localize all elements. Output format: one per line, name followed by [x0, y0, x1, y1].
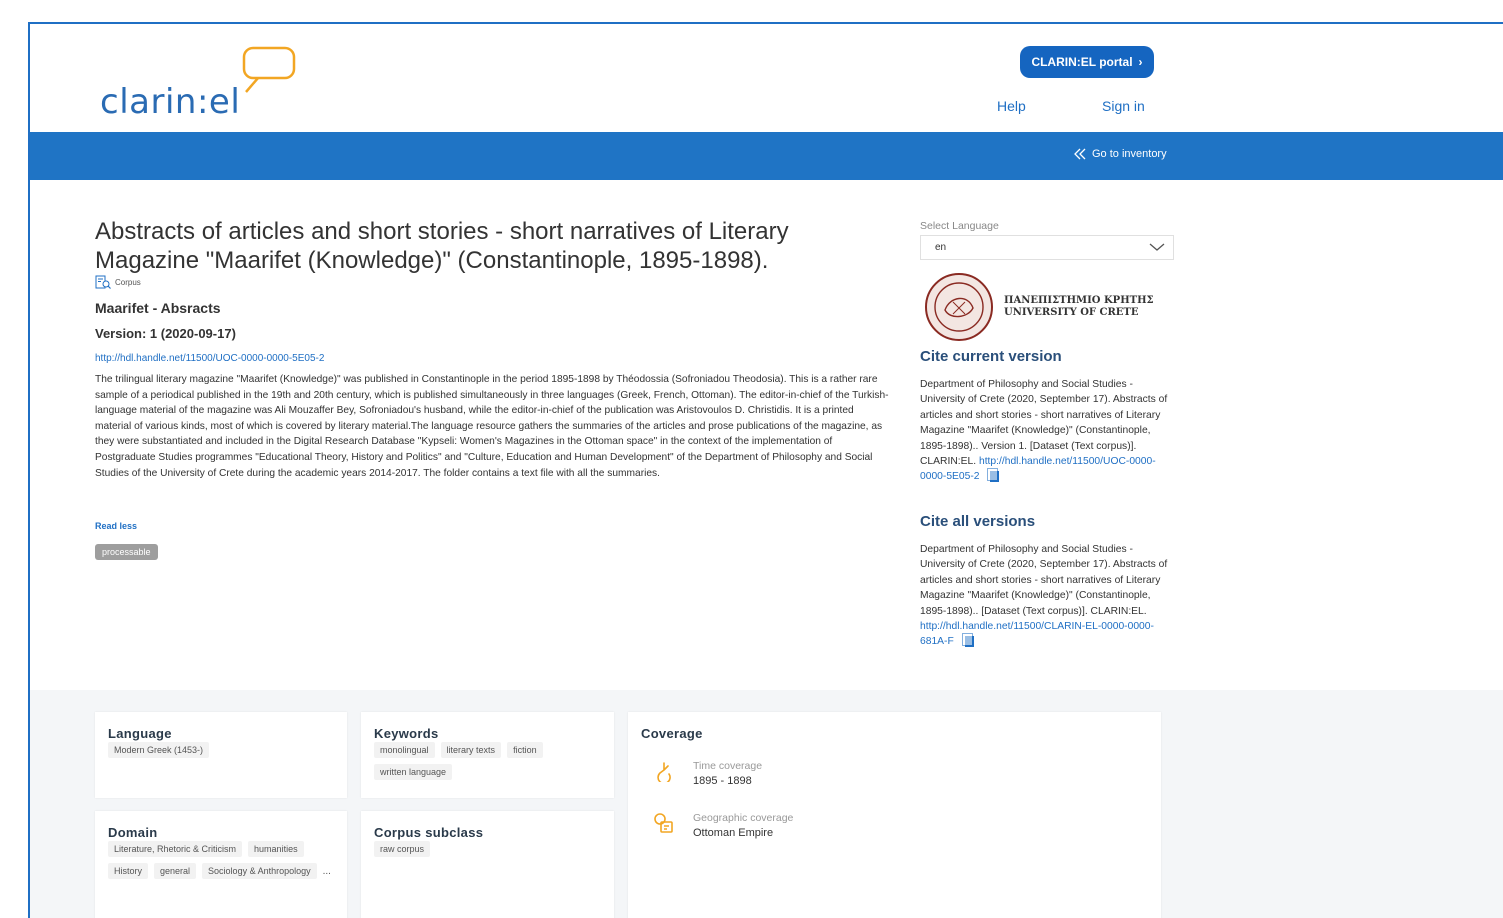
- nav-bar: Go to inventory: [30, 132, 1503, 180]
- university-name-english: UNIVERSITY OF CRETE: [1004, 307, 1139, 318]
- resource-handle-link[interactable]: http://hdl.handle.net/11500/UOC-0000-000…: [95, 353, 324, 364]
- cite-all-block: Department of Philosophy and Social Stud…: [920, 542, 1178, 650]
- corpus-icon: [95, 275, 111, 289]
- domain-chip[interactable]: general: [154, 863, 197, 879]
- sign-in-link[interactable]: Sign in: [1102, 98, 1145, 114]
- domain-more[interactable]: ...: [323, 863, 331, 885]
- domain-chip[interactable]: Sociology & Anthropology: [202, 863, 317, 879]
- keyword-chip[interactable]: fiction: [507, 742, 543, 758]
- hourglass-icon: [657, 762, 671, 782]
- go-to-inventory-label: Go to inventory: [1092, 148, 1167, 160]
- cite-all-link[interactable]: http://hdl.handle.net/11500/CLARIN-EL-00…: [920, 621, 1154, 647]
- geographic-coverage: Geographic coverage Ottoman Empire: [653, 812, 793, 839]
- cite-all-heading: Cite all versions: [920, 513, 1036, 530]
- language-select[interactable]: en: [920, 235, 1174, 260]
- cite-all-text: Department of Philosophy and Social Stud…: [920, 544, 1168, 617]
- corpus-subclass-card-title: Corpus subclass: [374, 825, 484, 840]
- resource-version: Version: 1 (2020-09-17): [95, 326, 236, 341]
- keywords-card-title: Keywords: [374, 726, 439, 741]
- corpus-subclass-chip[interactable]: raw corpus: [374, 841, 431, 857]
- language-chip[interactable]: Modern Greek (1453-): [108, 742, 210, 758]
- metadata-section: Language Modern Greek (1453-) Keywords m…: [30, 690, 1503, 918]
- cite-current-text: Department of Philosophy and Social Stud…: [920, 379, 1168, 468]
- cite-current-heading: Cite current version: [920, 348, 1062, 365]
- speech-bubble-icon: [242, 46, 296, 93]
- double-chevron-left-icon: [1074, 148, 1086, 160]
- geographic-coverage-value: Ottoman Empire: [693, 827, 774, 839]
- select-language-label: Select Language: [920, 220, 999, 232]
- coverage-card-title: Coverage: [641, 726, 703, 741]
- domain-card: Domain Literature, Rhetoric & Criticism …: [95, 811, 347, 918]
- cite-current-block: Department of Philosophy and Social Stud…: [920, 377, 1178, 485]
- resource-description: The trilingual literary magazine "Maarif…: [95, 374, 889, 479]
- domain-card-title: Domain: [108, 825, 158, 840]
- chevron-right-icon: ›: [1138, 55, 1143, 69]
- clarin-portal-button[interactable]: CLARIN:EL portal ›: [1020, 46, 1154, 78]
- language-select-value: en: [935, 242, 947, 253]
- domain-chip[interactable]: humanities: [248, 841, 304, 857]
- corpus-subclass-card: Corpus subclass raw corpus: [361, 811, 614, 918]
- help-link[interactable]: Help: [997, 98, 1026, 114]
- coverage-card: Coverage Time coverage 1895 - 1898 Geogr…: [628, 712, 1161, 918]
- app-window: clarin:el CLARIN:EL portal › Help Sign i…: [28, 22, 1503, 918]
- university-logo: ΠΑΝΕΠΙΣΤΗΜΙΟ ΚΡΗΤΗΣ UNIVERSITY OF CRETE: [920, 272, 1154, 342]
- domain-chip[interactable]: Literature, Rhetoric & Criticism: [108, 841, 243, 857]
- language-card: Language Modern Greek (1453-): [95, 712, 347, 798]
- university-name-greek: ΠΑΝΕΠΙΣΤΗΜΙΟ ΚΡΗΤΗΣ: [1004, 295, 1154, 306]
- keyword-chip[interactable]: written language: [374, 764, 453, 780]
- keywords-card: Keywords monolingual literary texts fict…: [361, 712, 614, 798]
- portal-button-label: CLARIN:EL portal: [1031, 55, 1133, 69]
- copy-icon[interactable]: [961, 633, 974, 648]
- logo-text: clarin:el: [100, 82, 241, 122]
- keyword-chip[interactable]: monolingual: [374, 742, 435, 758]
- keyword-chip[interactable]: literary texts: [440, 742, 502, 758]
- time-coverage-label: Time coverage: [693, 760, 763, 772]
- time-coverage-value: 1895 - 1898: [693, 775, 752, 787]
- map-icon: [654, 813, 673, 833]
- chevron-down-icon: [1149, 243, 1165, 251]
- copy-icon[interactable]: [987, 468, 1000, 483]
- status-badge: processable: [95, 544, 158, 560]
- resource-type-tag: Corpus: [95, 275, 141, 289]
- resource-type-label: Corpus: [115, 277, 141, 287]
- resource-short-name: Maarifet - Absracts: [95, 300, 221, 316]
- clarin-logo[interactable]: clarin:el: [100, 46, 320, 126]
- time-coverage: Time coverage 1895 - 1898: [653, 760, 762, 787]
- university-seal-icon: [925, 273, 993, 341]
- page-title: Abstracts of articles and short stories …: [95, 218, 789, 274]
- language-card-title: Language: [108, 726, 172, 741]
- go-to-inventory-link[interactable]: Go to inventory: [1073, 148, 1167, 160]
- read-less-link[interactable]: Read less: [95, 521, 137, 531]
- geographic-coverage-label: Geographic coverage: [693, 812, 794, 824]
- domain-chip[interactable]: History: [108, 863, 149, 879]
